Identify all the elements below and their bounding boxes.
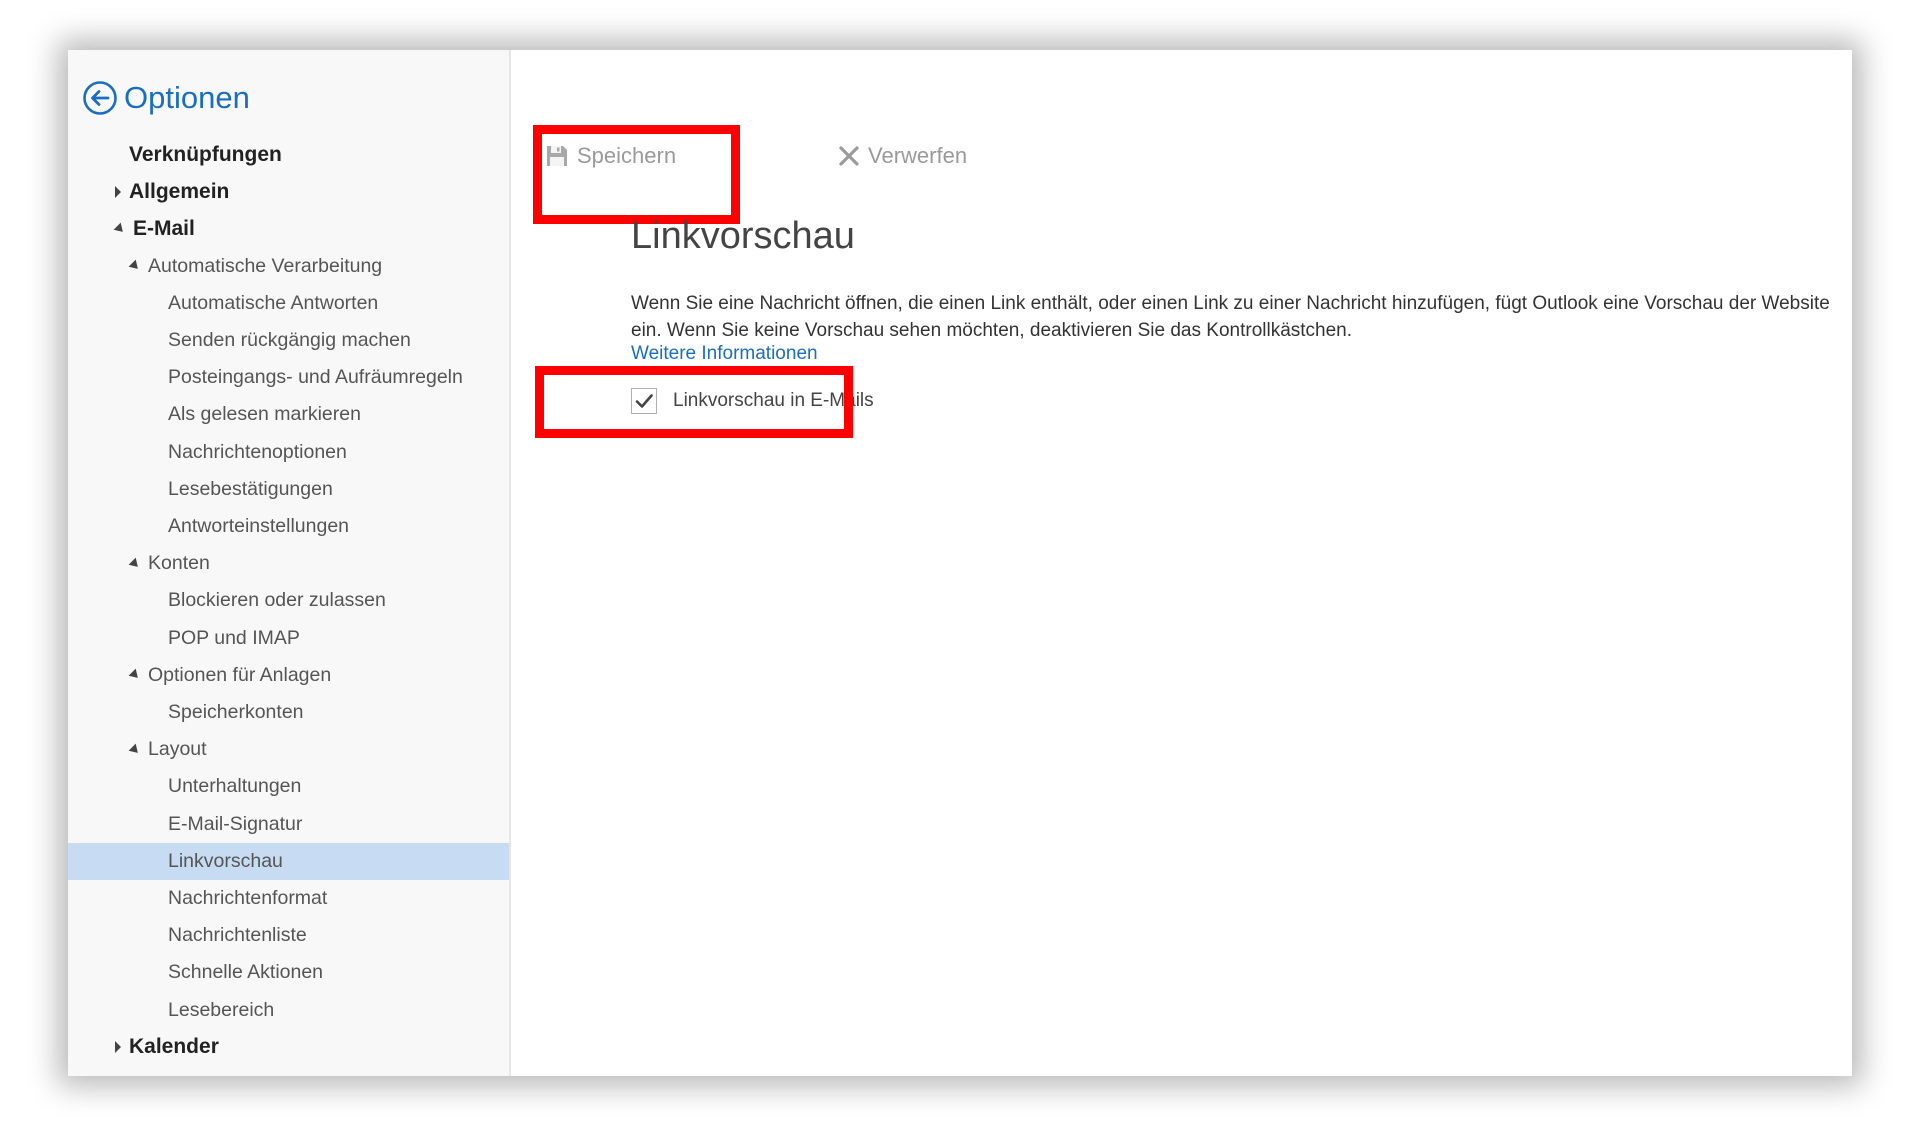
link-preview-checkbox-label: Linkvorschau in E-Mails	[673, 390, 874, 411]
main-content: Speichern Verwerfen Linkvorschau Wenn Si…	[511, 50, 1852, 1076]
sidebar-item-automatische-verarbeitung[interactable]: Automatische Verarbeitung	[68, 248, 509, 285]
page-title: Optionen	[124, 80, 250, 115]
sidebar-item-unterhaltungen[interactable]: Unterhaltungen	[68, 768, 509, 805]
sidebar-item-layout[interactable]: Layout	[68, 731, 509, 768]
close-icon	[839, 146, 859, 166]
sidebar-item-label: Konten	[148, 552, 210, 575]
sidebar-item-label: Unterhaltungen	[168, 775, 302, 798]
sidebar-item-schnelle-aktionen[interactable]: Schnelle Aktionen	[68, 954, 509, 991]
sidebar-item-label: Schnelle Aktionen	[168, 961, 324, 984]
sidebar-item-label: Linkvorschau	[168, 849, 283, 872]
sidebar-item-kalender[interactable]: Kalender	[68, 1029, 509, 1066]
sidebar-item-label: Als gelesen markieren	[168, 403, 361, 426]
sidebar-item-label: Lesebereich	[168, 998, 275, 1021]
sidebar-item-label: E-Mail	[133, 216, 195, 240]
sidebar-item-label: Optionen für Anlagen	[148, 663, 332, 686]
sidebar-item-lesebereich[interactable]: Lesebereich	[68, 992, 509, 1029]
sidebar-item-posteingangs-und-aufräumregeln[interactable]: Posteingangs- und Aufräumregeln	[68, 359, 509, 396]
sidebar-item-label: Automatische Verarbeitung	[148, 254, 383, 277]
sidebar-item-allgemein[interactable]: Allgemein	[68, 173, 509, 210]
sidebar-item-nachrichtenformat[interactable]: Nachrichtenformat	[68, 880, 509, 917]
sidebar-item-label: Senden rückgängig machen	[168, 329, 411, 351]
caret-right-icon[interactable]	[115, 1041, 121, 1054]
sidebar-item-label: Lesebestätigungen	[168, 477, 333, 500]
sidebar-item-nachrichtenoptionen[interactable]: Nachrichtenoptionen	[68, 434, 509, 471]
sidebar-item-label: Nachrichtenformat	[168, 887, 328, 909]
sidebar-item-label: Layout	[148, 738, 207, 761]
sidebar-item-label: Allgemein	[129, 179, 230, 203]
sidebar-item-optionen-für-anlagen[interactable]: Optionen für Anlagen	[68, 657, 509, 694]
sidebar-item-e-mail[interactable]: E-Mail	[68, 210, 509, 247]
caret-down-icon[interactable]	[128, 743, 142, 757]
save-button[interactable]: Speichern	[545, 128, 676, 184]
sidebar-item-konten[interactable]: Konten	[68, 545, 509, 582]
sidebar-item-label: Blockieren oder zulassen	[168, 589, 386, 612]
link-preview-description: Wenn Sie eine Nachricht öffnen, die eine…	[631, 293, 1830, 341]
sidebar-item-label: Antworteinstellungen	[168, 515, 350, 537]
sidebar-item-label: POP und IMAP	[168, 626, 300, 649]
back-arrow-icon	[83, 81, 117, 115]
sidebar-item-antworteinstellungen[interactable]: Antworteinstellungen	[68, 508, 509, 545]
sidebar-item-label: Speicherkonten	[168, 701, 304, 723]
sidebar: Optionen Verknüpfungen Allgemein E-Mail Aut…	[68, 50, 511, 1076]
sidebar-item-e-mail-signatur[interactable]: E-Mail-Signatur	[68, 806, 509, 843]
sidebar-item-label: Posteingangs- und Aufräumregeln	[168, 366, 463, 389]
toolbar: Speichern Verwerfen	[511, 128, 1311, 184]
options-window: Optionen Verknüpfungen Allgemein E-Mail Aut…	[68, 50, 1852, 1076]
link-preview-checkbox-row[interactable]: Linkvorschau in E-Mails	[631, 388, 874, 414]
discard-button[interactable]: Verwerfen	[838, 128, 967, 184]
caret-right-icon[interactable]	[115, 185, 121, 198]
caret-down-icon[interactable]	[128, 668, 142, 682]
sidebar-item-label: Nachrichtenliste	[168, 924, 307, 947]
sidebar-item-als-gelesen-markieren[interactable]: Als gelesen markieren	[68, 396, 509, 433]
sidebar-item-label: Nachrichtenoptionen	[168, 440, 347, 463]
sidebar-item-label: Verknüpfungen	[129, 142, 282, 166]
sidebar-item-automatische-antworten[interactable]: Automatische Antworten	[68, 285, 509, 322]
save-button-label: Speichern	[577, 143, 677, 168]
sidebar-item-label: Automatische Antworten	[168, 291, 379, 314]
caret-down-icon[interactable]	[113, 222, 127, 236]
sidebar-item-label: E-Mail-Signatur	[168, 812, 303, 835]
discard-button-label: Verwerfen	[868, 143, 968, 168]
sidebar-item-pop-und-imap[interactable]: POP und IMAP	[68, 620, 509, 657]
sidebar-item-blockieren-oder-zulassen[interactable]: Blockieren oder zulassen	[68, 582, 509, 619]
sidebar-item-nachrichtenliste[interactable]: Nachrichtenliste	[68, 917, 509, 954]
sidebar-item-senden-rückgängig-machen[interactable]: Senden rückgängig machen	[68, 322, 509, 359]
back-to-options-button[interactable]: Optionen	[82, 80, 250, 116]
section-title: Linkvorschau	[631, 215, 855, 257]
caret-down-icon[interactable]	[128, 557, 142, 571]
checkmark-icon	[635, 394, 653, 408]
sidebar-item-lesebestätigungen[interactable]: Lesebestätigungen	[68, 471, 509, 508]
link-preview-checkbox[interactable]	[631, 388, 657, 414]
sidebar-item-speicherkonten[interactable]: Speicherkonten	[68, 694, 509, 731]
sidebar-item-linkvorschau[interactable]: Linkvorschau	[68, 842, 509, 880]
sidebar-item-verknüpfungen[interactable]: Verknüpfungen	[68, 136, 509, 173]
sidebar-item-label: Kalender	[129, 1035, 219, 1059]
more-info-link[interactable]: Weitere Informationen	[631, 343, 818, 365]
floppy-disk-icon	[547, 146, 567, 166]
caret-down-icon[interactable]	[128, 259, 142, 273]
